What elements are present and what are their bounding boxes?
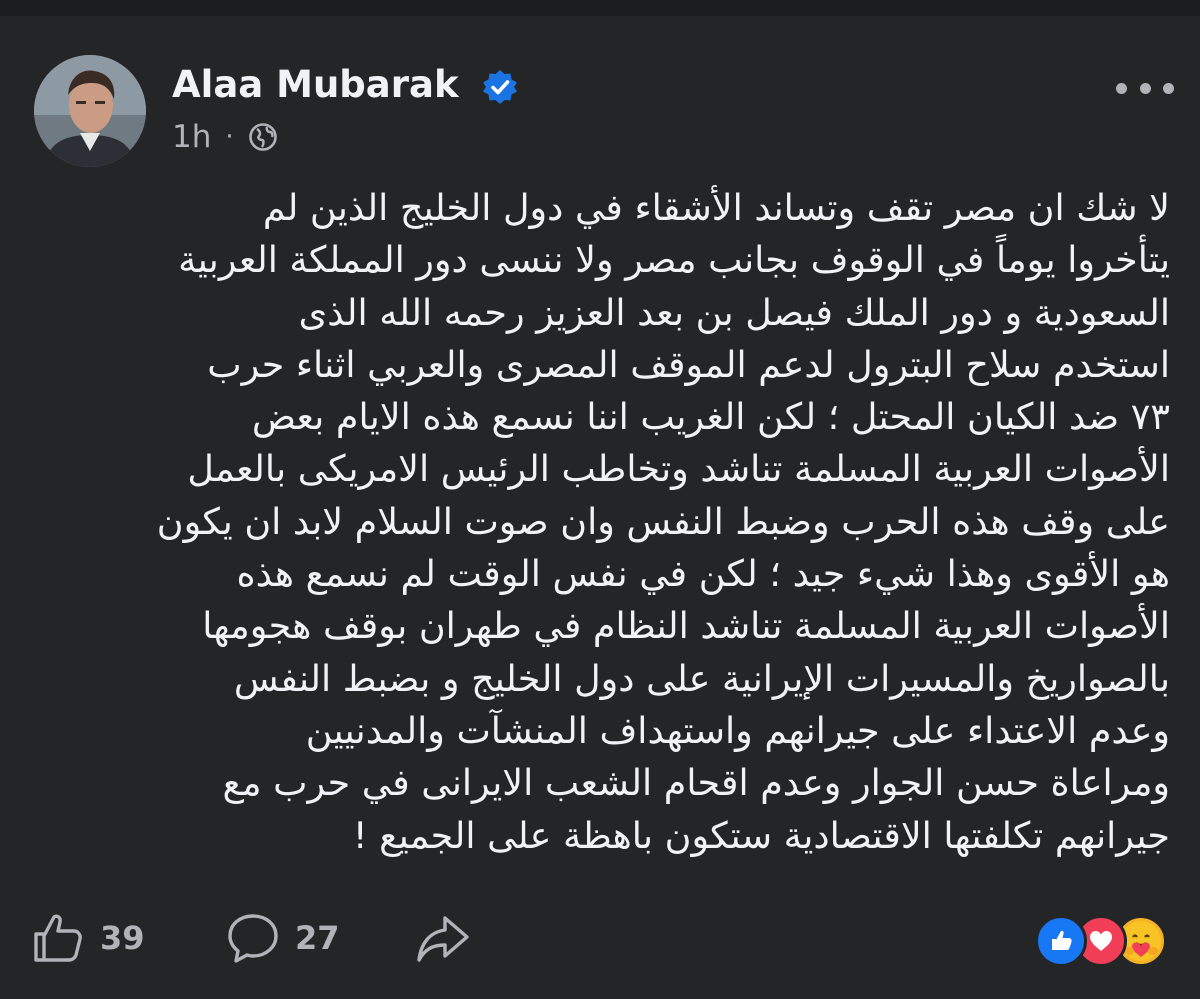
- post-header: Alaa Mubarak 1h ·: [34, 55, 1174, 167]
- reactions-summary[interactable]: [1035, 911, 1175, 967]
- post-text-line: وعدم الاعتداء على جيرانهم واستهداف المنش…: [305, 708, 1170, 752]
- post-text-line: الأصوات العربية المسلمة تناشد وتخاطب الر…: [187, 447, 1170, 491]
- post-text-line: جيرانهم تكلفتها الاقتصادية ستكون باهظة ع…: [352, 813, 1170, 857]
- comment-bubble-icon: [228, 913, 278, 963]
- more-dot: [1116, 82, 1127, 94]
- more-options-icon[interactable]: [1116, 73, 1174, 103]
- post-text-line: هو الأقوى وهذا شيء جيد ؛ لكن في نفس الوق…: [236, 552, 1170, 596]
- top-bar: [0, 0, 1200, 16]
- post-text-line: الأصوات العربية المسلمة تناشد النظام في …: [202, 604, 1170, 648]
- share-arrow-icon: [417, 915, 469, 962]
- comment-count: 27: [295, 918, 340, 957]
- post-text-line: ومراعاة حسن الجوار وعدم اقحام الشعب الاي…: [222, 761, 1170, 805]
- post-text: لا شك ان مصر تقف وتساند الأشقاء في دول ا…: [30, 182, 1170, 862]
- post-actions-bar: 39 27: [30, 905, 1175, 970]
- post-text-line: يتأخروا يوماً في الوقوف بجانب مصر ولا نن…: [178, 238, 1170, 282]
- post-text-line: استخدم سلاح البترول لدعم الموقف المصرى و…: [207, 342, 1170, 386]
- author-avatar[interactable]: [34, 55, 146, 167]
- comment-button[interactable]: 27: [225, 905, 340, 970]
- post-text-line: السعودية و دور الملك فيصل بن بعد العزيز …: [298, 290, 1170, 334]
- meta-separator: ·: [225, 122, 234, 152]
- post-text-line: ٧٣ ضد الكيان المحتل ؛ لكن الغريب اننا نس…: [251, 395, 1170, 439]
- verified-badge-icon: [483, 70, 517, 104]
- more-dot: [1139, 82, 1151, 94]
- author-name[interactable]: Alaa Mubarak: [172, 63, 459, 106]
- post-text-line: على وقف هذه الحرب وضبط النفس وان صوت الس…: [156, 499, 1170, 543]
- more-dot: [1163, 82, 1174, 94]
- like-reaction-icon: [1035, 915, 1087, 967]
- post-meta: 1h ·: [172, 117, 278, 157]
- like-button[interactable]: 39: [30, 905, 145, 970]
- thumbs-up-icon: [34, 914, 82, 962]
- post-text-line: لا شك ان مصر تقف وتساند الأشقاء في دول ا…: [262, 186, 1170, 229]
- globe-icon[interactable]: [248, 122, 278, 152]
- post-text-line: بالصواريخ والمسيرات الإيرانية على دول ال…: [233, 656, 1170, 700]
- like-count: 39: [100, 918, 145, 957]
- post-timestamp[interactable]: 1h: [172, 119, 211, 155]
- avatar-image: [34, 55, 146, 167]
- share-button[interactable]: [415, 905, 471, 970]
